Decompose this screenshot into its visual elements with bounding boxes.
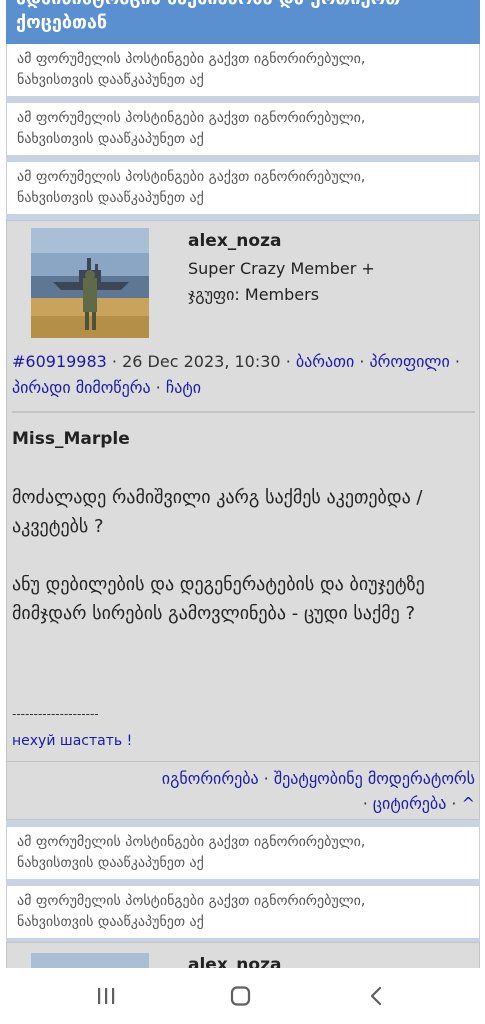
private-message-link[interactable]: პირადი მიმოწერა	[12, 378, 151, 397]
ignored-notice-line1: ამ ფორუმელის პოსტინგები გაქვთ იგნორირებუ…	[17, 169, 366, 185]
home-button[interactable]	[201, 968, 281, 1024]
post-author-rank: Super Crazy Member +	[188, 259, 375, 278]
android-navigation-bar	[0, 968, 485, 1024]
report-to-moderator-link[interactable]: შეატყობინე მოდერატორს	[274, 769, 475, 788]
ignored-notice-line1: ამ ფორუმელის პოსტინგები გაქვთ იგნორირებუ…	[17, 893, 366, 909]
meta-sep: ·	[280, 352, 296, 371]
forum-viewport[interactable]: ადმინისტრაცია საქმიანობა და ურთიერთ ქოცე…	[0, 0, 485, 968]
home-icon	[230, 986, 251, 1006]
recents-icon	[98, 988, 115, 1004]
action-sep: ·	[446, 794, 462, 813]
action-sep: ·	[258, 769, 274, 788]
meta-sep: ·	[449, 352, 460, 371]
quoted-user-name: Miss_Marple	[12, 429, 130, 449]
ignored-notice-line2: ნახვისთვის დააწკაპუნეთ აქ	[17, 72, 204, 88]
user-profile-link[interactable]: პროფილი	[370, 352, 450, 371]
meta-sep: ·	[106, 352, 123, 371]
ignored-notice-line2: ნახვისთვის დააწკაპუნეთ აქ	[17, 131, 204, 147]
post-actions: იგნორირება · შეატყობინე მოდერატორს · ციტ…	[7, 761, 479, 819]
post-separator	[6, 96, 480, 103]
post-paragraph: ანუ დებილების და დეგენერატების და ბიუჯეტ…	[12, 574, 425, 624]
action-sep: ·	[362, 794, 373, 813]
post-divider	[12, 411, 475, 413]
post-separator	[6, 820, 480, 827]
user-avatar[interactable]	[31, 953, 149, 968]
meta-sep: ·	[354, 352, 370, 371]
post-author-group: ჯგუფი: Members	[188, 285, 320, 304]
post-author-name[interactable]: alex_noza	[188, 231, 281, 251]
topic-title-header: ადმინისტრაცია საქმიანობა და ურთიერთ ქოცე…	[6, 0, 480, 44]
ignored-notice-line1: ამ ფორუმელის პოსტინგები გაქვთ იგნორირებუ…	[17, 51, 366, 67]
forum-post: alex_noza Super Crazy Member + ჯგუფი: Me…	[6, 220, 480, 820]
quote-link[interactable]: ციტირება	[373, 794, 446, 813]
back-button[interactable]	[337, 968, 417, 1024]
ignored-post-notice[interactable]: ამ ფორუმელის პოსტინგები გაქვთ იგნორირებუ…	[6, 162, 480, 214]
topic-title-line2: ქოცებთან	[16, 12, 108, 33]
ignored-post-notice[interactable]: ამ ფორუმელის პოსტინგები გაქვთ იგნორირებუ…	[6, 886, 480, 938]
user-avatar[interactable]	[31, 228, 149, 338]
forum-post: alex_noza	[6, 942, 480, 968]
user-signature: нехуй шастать !	[12, 733, 133, 749]
chat-link[interactable]: ჩატი	[166, 378, 201, 397]
ignored-notice-line1: ამ ფორუმელის პოსტინგები გაქვთ იგნორირებუ…	[17, 110, 366, 126]
recents-button[interactable]	[66, 968, 146, 1024]
ignored-post-notice[interactable]: ამ ფორუმელის პოსტინგები გაქვთ იგნორირებუ…	[6, 44, 480, 96]
post-separator	[6, 879, 480, 886]
ignored-notice-line2: ნახვისთვის დააწკაპუნეთ აქ	[17, 855, 204, 871]
meta-sep: ·	[150, 378, 166, 397]
ignored-notice-line2: ნახვისთვის დააწკაპუნეთ აქ	[17, 190, 204, 206]
ignored-notice-line2: ნახვისთვის დააწკაპუნეთ აქ	[17, 914, 204, 930]
user-card-link[interactable]: ბარათი	[296, 352, 354, 371]
post-body: მოძალადე რამიშვილი კარგ საქმეს აკეთებდა …	[12, 483, 472, 657]
topic-title-line1: ადმინისტრაცია საქმიანობა და ურთიერთ	[16, 0, 470, 10]
signature-divider: --------------------	[12, 707, 99, 721]
ignored-post-notice[interactable]: ამ ფორუმელის პოსტინგები გაქვთ იგნორირებუ…	[6, 103, 480, 155]
ignored-notice-line1: ამ ფორუმელის პოსტინგები გაქვთ იგნორირებუ…	[17, 834, 366, 850]
post-permalink[interactable]: #60919983	[12, 352, 107, 371]
ignored-post-notice[interactable]: ამ ფორუმელის პოსტინგები გაქვთ იგნორირებუ…	[6, 827, 480, 879]
back-to-top-link[interactable]: ^	[462, 794, 475, 813]
back-icon	[370, 986, 382, 1006]
post-timestamp: 26 Dec 2023, 10:30	[122, 352, 281, 371]
post-author-name[interactable]: alex_noza	[188, 955, 281, 968]
post-meta: #60919983 · 26 Dec 2023, 10:30 · ბარათი …	[12, 349, 467, 401]
post-paragraph: მოძალადე რამიშვილი კარგ საქმეს აკეთებდა …	[12, 487, 423, 537]
post-separator	[6, 155, 480, 162]
ignore-user-link[interactable]: იგნორირება	[162, 769, 259, 788]
